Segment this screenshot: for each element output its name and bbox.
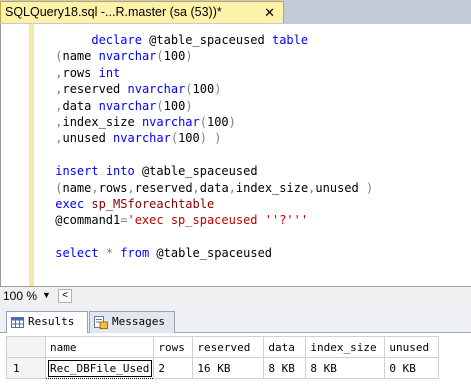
table-row[interactable]: 1 Rec_DBFile_Used 2 16 KB 8 KB 8 KB 0 KB bbox=[6, 357, 440, 379]
tab-results[interactable]: Results bbox=[6, 311, 88, 333]
table-cell[interactable]: 16 KB bbox=[192, 357, 265, 379]
table-cell-selected[interactable]: Rec_DBFile_Used bbox=[44, 357, 155, 379]
code-line[interactable]: exec sp_MSforeachtable bbox=[48, 196, 373, 212]
column-header[interactable]: rows bbox=[153, 336, 194, 358]
code-line[interactable]: insert into @table_spaceused bbox=[48, 163, 373, 179]
zoom-level[interactable]: 100 % bbox=[3, 289, 37, 303]
close-icon[interactable]: ✕ bbox=[264, 2, 275, 23]
code-line[interactable] bbox=[48, 147, 373, 163]
code-text[interactable]: declare @table_spaceused table (name nva… bbox=[48, 32, 373, 261]
table-cell[interactable]: 8 KB bbox=[305, 357, 386, 379]
code-line[interactable]: (name nvarchar(100) bbox=[48, 48, 373, 64]
column-header[interactable]: data bbox=[263, 336, 307, 358]
row-number[interactable]: 1 bbox=[6, 357, 46, 379]
row-header-corner[interactable] bbox=[6, 336, 46, 358]
results-grid[interactable]: name rows reserved data index_size unuse… bbox=[6, 336, 440, 379]
zoom-bar: 100 % ▼ < bbox=[0, 286, 471, 306]
table-cell[interactable]: 2 bbox=[153, 357, 194, 379]
code-line[interactable]: (name,rows,reserved,data,index_size,unus… bbox=[48, 180, 373, 196]
scroll-left-button[interactable]: < bbox=[58, 289, 72, 303]
column-header[interactable]: unused bbox=[384, 336, 440, 358]
tab-results-label: Results bbox=[28, 315, 75, 328]
grid-header-row: name rows reserved data index_size unuse… bbox=[6, 336, 440, 358]
code-line[interactable] bbox=[48, 229, 373, 245]
code-line[interactable]: ,index_size nvarchar(100) bbox=[48, 114, 373, 130]
results-tab-strip: Results Messages bbox=[0, 306, 471, 333]
tab-messages-label: Messages bbox=[112, 315, 165, 328]
code-line[interactable]: ,rows int bbox=[48, 65, 373, 81]
query-tab-title: SQLQuery18.sql -...R.master (sa (53))* bbox=[5, 5, 222, 19]
query-editor[interactable]: declare @table_spaceused table (name nva… bbox=[0, 24, 471, 286]
table-cell[interactable]: 0 KB bbox=[384, 357, 440, 379]
table-cell[interactable]: 8 KB bbox=[263, 357, 307, 379]
query-tab[interactable]: SQLQuery18.sql -...R.master (sa (53))* ✕ bbox=[0, 1, 284, 23]
document-tab-bar: SQLQuery18.sql -...R.master (sa (53))* ✕ bbox=[0, 0, 471, 24]
column-header[interactable]: reserved bbox=[192, 336, 265, 358]
chevron-down-icon[interactable]: ▼ bbox=[42, 290, 51, 300]
column-header[interactable]: index_size bbox=[305, 336, 386, 358]
code-line[interactable]: @command1='exec sp_spaceused ''?''' bbox=[48, 212, 373, 228]
code-line[interactable]: ,unused nvarchar(100) ) bbox=[48, 130, 373, 146]
code-line[interactable]: ,data nvarchar(100) bbox=[48, 98, 373, 114]
code-line[interactable]: ,reserved nvarchar(100) bbox=[48, 81, 373, 97]
code-line[interactable]: select * from @table_spaceused bbox=[48, 245, 373, 261]
messages-icon bbox=[94, 315, 108, 329]
tab-messages[interactable]: Messages bbox=[89, 311, 175, 333]
code-line[interactable]: declare @table_spaceused table bbox=[48, 32, 373, 48]
grid-icon bbox=[11, 316, 24, 328]
change-tracking-bar bbox=[29, 24, 34, 286]
column-header[interactable]: name bbox=[44, 336, 155, 358]
indicator-margin bbox=[1, 24, 19, 286]
